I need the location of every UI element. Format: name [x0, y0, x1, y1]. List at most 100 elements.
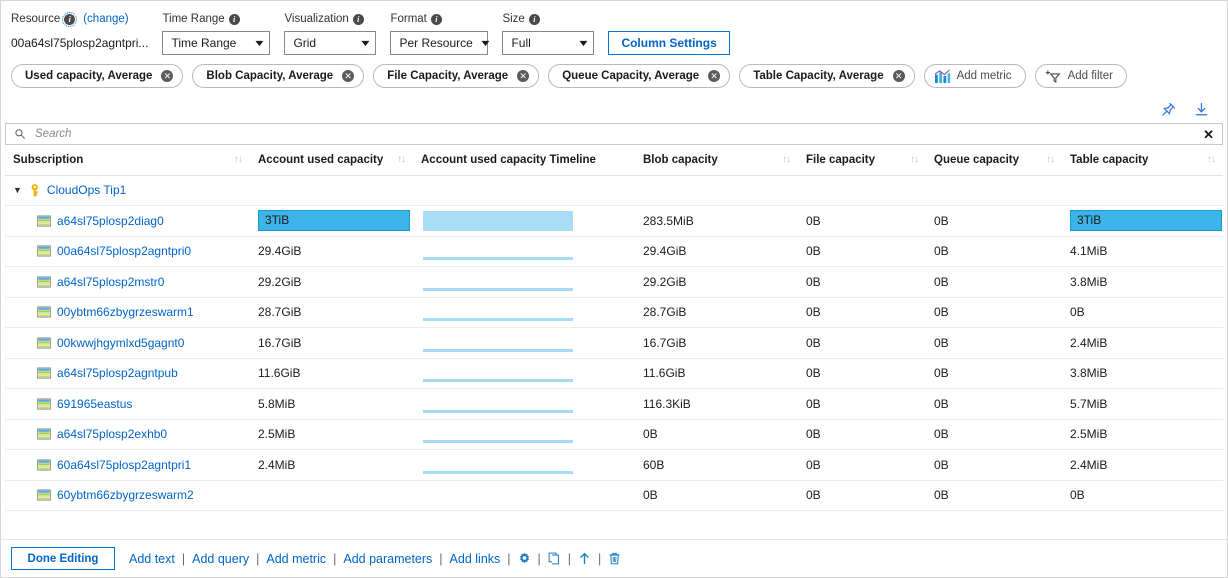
- add-metric-link[interactable]: Add metric: [266, 552, 326, 566]
- resource-link[interactable]: a64sl75plosp2agntpub: [57, 366, 178, 380]
- column-header-subscription[interactable]: Subscription ↑↓: [5, 145, 250, 176]
- info-icon[interactable]: i: [228, 13, 240, 25]
- metric-pill[interactable]: Used capacity, Average ✕: [11, 64, 184, 88]
- visualization-dropdown[interactable]: Grid ▼: [284, 31, 377, 55]
- remove-metric-icon[interactable]: ✕: [517, 70, 530, 82]
- sparkline: [421, 269, 573, 295]
- resource-link[interactable]: 60ybtm66zbygrzeswarm2: [57, 488, 194, 502]
- resource-link[interactable]: 00ybtm66zbygrzeswarm1: [57, 305, 194, 319]
- pin-icon[interactable]: [1161, 102, 1176, 117]
- column-header-queue-capacity[interactable]: Queue capacity ↑↓: [926, 145, 1062, 176]
- move-up-icon[interactable]: [578, 552, 591, 565]
- column-header-account-used-capacity[interactable]: Account used capacity ↑↓: [250, 145, 413, 176]
- table-row[interactable]: 691965eastus 5.8MiB 116.3KiB 0B 0B 5.7MiB: [5, 388, 1223, 420]
- resource-link[interactable]: a64sl75plosp2mstr0: [57, 275, 164, 289]
- column-header-file-capacity[interactable]: File capacity ↑↓: [798, 145, 926, 176]
- table-row[interactable]: 00ybtm66zbygrzeswarm1 28.7GiB 28.7GiB 0B 0B 0…: [5, 297, 1223, 328]
- footer-separator: |: [181, 551, 186, 566]
- cell-resource-name: 00a64sl75plosp2agntpri0: [5, 236, 250, 267]
- size-dropdown[interactable]: Full ▼: [502, 31, 595, 55]
- column-header-account-used-capacity-timeline[interactable]: Account used capacity Timeline: [413, 145, 635, 176]
- group-name[interactable]: CloudOps Tip1: [47, 183, 126, 197]
- delete-icon[interactable]: [608, 552, 621, 565]
- table-row[interactable]: 00a64sl75plosp2agntpri0 29.4GiB 29.4GiB 0B 0…: [5, 236, 1223, 267]
- add-parameters-link[interactable]: Add parameters: [343, 552, 432, 566]
- cell-account-used-capacity: 29.4GiB: [250, 236, 413, 267]
- file-capacity-value: 0B: [806, 427, 821, 442]
- info-icon[interactable]: i: [430, 13, 442, 25]
- cell-queue-capacity: 0B: [926, 297, 1062, 328]
- info-icon[interactable]: i: [352, 13, 364, 25]
- file-capacity-value: 0B: [806, 213, 821, 228]
- add-filter-button[interactable]: Add filter: [1034, 64, 1127, 88]
- sort-toggle-icon[interactable]: ↑↓: [397, 154, 406, 165]
- sort-toggle-icon[interactable]: ↑↓: [1046, 154, 1055, 165]
- file-capacity-value: 0B: [806, 335, 821, 350]
- parameter-size: Size i Full ▼: [502, 11, 595, 55]
- time-range-dropdown[interactable]: Time Range ▼: [162, 31, 271, 55]
- parameter-bar: Resource i (change) 00a64sl75plosp2agntp…: [1, 1, 1227, 57]
- metric-pill[interactable]: Table Capacity, Average ✕: [739, 64, 915, 88]
- table-row[interactable]: 00kwwjhgymlxd5gagnt0 16.7GiB 16.7GiB 0B 0B 2.…: [5, 327, 1223, 359]
- account-used-capacity-value: 29.4GiB: [258, 244, 302, 259]
- resource-value[interactable]: 00a64sl75plosp2agntpri...: [11, 31, 148, 55]
- resource-link[interactable]: 691965eastus: [57, 397, 132, 411]
- time-range-value: Time Range: [171, 36, 237, 50]
- cell-blob-capacity: 60B: [635, 449, 798, 481]
- table-row[interactable]: a64sl75plosp2agntpub 11.6GiB 11.6GiB 0B 0B 3.…: [5, 358, 1223, 389]
- remove-metric-icon[interactable]: ✕: [708, 70, 721, 82]
- close-icon[interactable]: ✕: [1195, 128, 1222, 141]
- resource-link[interactable]: 00a64sl75plosp2agntpri0: [57, 244, 191, 258]
- cell-file-capacity: 0B: [798, 236, 926, 267]
- table-row[interactable]: a64sl75plosp2diag0 3TiB 283.5MiB 0B 0B 3TiB: [5, 205, 1223, 237]
- download-icon[interactable]: [1194, 102, 1209, 117]
- column-header-table-capacity[interactable]: Table capacity ↑↓: [1062, 145, 1223, 176]
- sort-toggle-icon[interactable]: ↑↓: [1207, 154, 1216, 165]
- add-metric-button[interactable]: Add metric: [923, 64, 1026, 88]
- blob-capacity-value: 28.7GiB: [643, 305, 687, 320]
- remove-metric-icon[interactable]: ✕: [342, 70, 355, 82]
- parameter-format: Format i Per Resource ▼: [390, 11, 492, 55]
- resource-link[interactable]: a64sl75plosp2diag0: [57, 214, 164, 228]
- file-capacity-value: 0B: [806, 457, 821, 472]
- resource-link[interactable]: 00kwwjhgymlxd5gagnt0: [57, 336, 184, 350]
- resource-link[interactable]: 60a64sl75plosp2agntpri1: [57, 458, 191, 472]
- remove-metric-icon[interactable]: ✕: [161, 70, 174, 82]
- cell-account-used-capacity: 29.2GiB: [250, 266, 413, 298]
- table-row[interactable]: a64sl75plosp2mstr0 29.2GiB 29.2GiB 0B 0B 3.8M…: [5, 266, 1223, 298]
- collapse-toggle-icon[interactable]: ▼: [13, 185, 22, 195]
- sparkline-line: [423, 409, 573, 413]
- metric-pill[interactable]: Blob Capacity, Average ✕: [192, 64, 365, 88]
- table-row[interactable]: 60a64sl75plosp2agntpri1 2.4MiB 60B 0B 0B 2.4M…: [5, 449, 1223, 481]
- info-icon[interactable]: i: [62, 11, 78, 27]
- queue-capacity-value: 0B: [934, 427, 949, 442]
- table-row[interactable]: a64sl75plosp2exhb0 2.5MiB 0B 0B 0B 2.5MiB: [5, 419, 1223, 450]
- gear-icon[interactable]: [518, 552, 531, 565]
- sparkline: [421, 421, 573, 447]
- copy-icon[interactable]: [548, 552, 561, 565]
- table-row[interactable]: 60ybtm66zbygrzeswarm2 0B 0B 0B 0B: [5, 480, 1223, 511]
- grid-toolbar: [1, 95, 1227, 123]
- add-text-link[interactable]: Add text: [129, 552, 175, 566]
- format-dropdown[interactable]: Per Resource ▼: [390, 31, 492, 55]
- resource-link[interactable]: a64sl75plosp2exhb0: [57, 427, 167, 441]
- sparkline: [421, 360, 573, 386]
- sort-toggle-icon[interactable]: ↑↓: [910, 154, 919, 165]
- sort-toggle-icon[interactable]: ↑↓: [234, 154, 243, 165]
- search-bar[interactable]: ✕: [5, 123, 1223, 145]
- remove-metric-icon[interactable]: ✕: [892, 70, 905, 82]
- column-header-blob-capacity[interactable]: Blob capacity ↑↓: [635, 145, 798, 176]
- metric-pill[interactable]: File Capacity, Average ✕: [373, 64, 540, 88]
- search-input[interactable]: [33, 127, 1196, 141]
- cell-account-used-capacity: 2.5MiB: [250, 419, 413, 450]
- column-settings-button[interactable]: Column Settings: [608, 31, 730, 55]
- done-editing-button[interactable]: Done Editing: [11, 547, 115, 570]
- add-links-link[interactable]: Add links: [450, 552, 501, 566]
- sort-toggle-icon[interactable]: ↑↓: [782, 154, 791, 165]
- resource-change-link[interactable]: (change): [83, 13, 128, 25]
- group-row[interactable]: ▼ CloudOps Tip1: [5, 175, 1223, 206]
- account-used-capacity-value: 29.2GiB: [258, 274, 302, 289]
- add-query-link[interactable]: Add query: [192, 552, 249, 566]
- metric-pill[interactable]: Queue Capacity, Average ✕: [548, 64, 731, 88]
- info-icon[interactable]: i: [528, 13, 540, 25]
